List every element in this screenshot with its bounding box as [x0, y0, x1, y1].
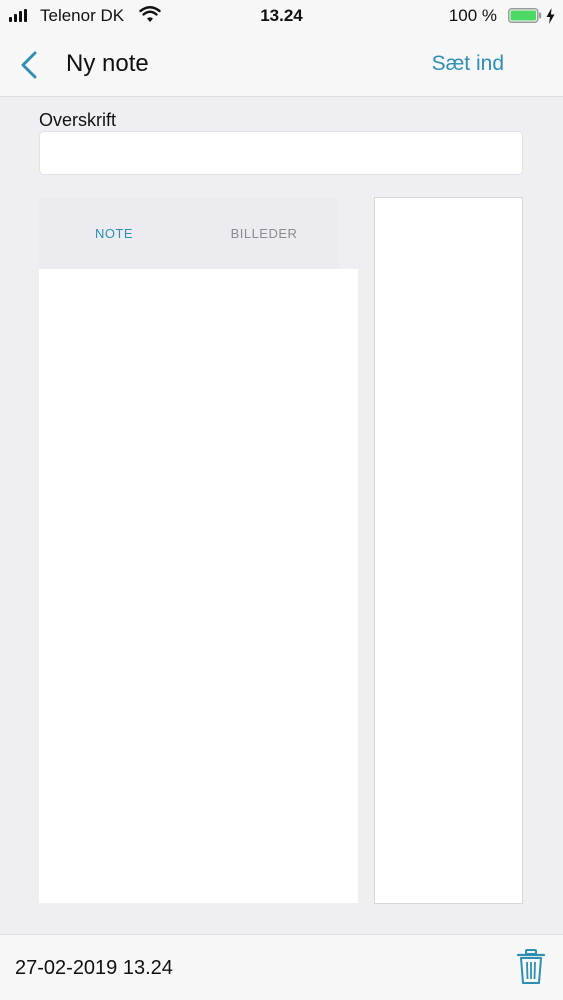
- status-bar: Telenor DK 13.24 100 %: [0, 0, 563, 32]
- screen: Telenor DK 13.24 100 % Ny note Sæt ind O…: [0, 0, 563, 1000]
- charging-icon: [546, 8, 555, 24]
- tab-note[interactable]: NOTE: [39, 198, 189, 269]
- trash-icon[interactable]: [516, 949, 546, 985]
- chevron-left-icon[interactable]: [18, 50, 40, 80]
- paste-button[interactable]: Sæt ind: [432, 52, 504, 76]
- battery-icon: [508, 8, 542, 23]
- tab-images[interactable]: BILLEDER: [189, 198, 339, 269]
- footer: 27-02-2019 13.24: [0, 934, 563, 1000]
- navigation-bar: Ny note Sæt ind: [0, 32, 563, 97]
- tab-bar: NOTE BILLEDER: [39, 198, 339, 269]
- heading-input[interactable]: [39, 131, 523, 175]
- page-title: Ny note: [66, 50, 149, 77]
- note-timestamp: 27-02-2019 13.24: [15, 957, 173, 979]
- heading-label: Overskrift: [39, 110, 117, 130]
- battery-percentage: 100 %: [448, 6, 497, 25]
- side-panel[interactable]: [374, 197, 523, 904]
- note-text-area[interactable]: [39, 269, 358, 903]
